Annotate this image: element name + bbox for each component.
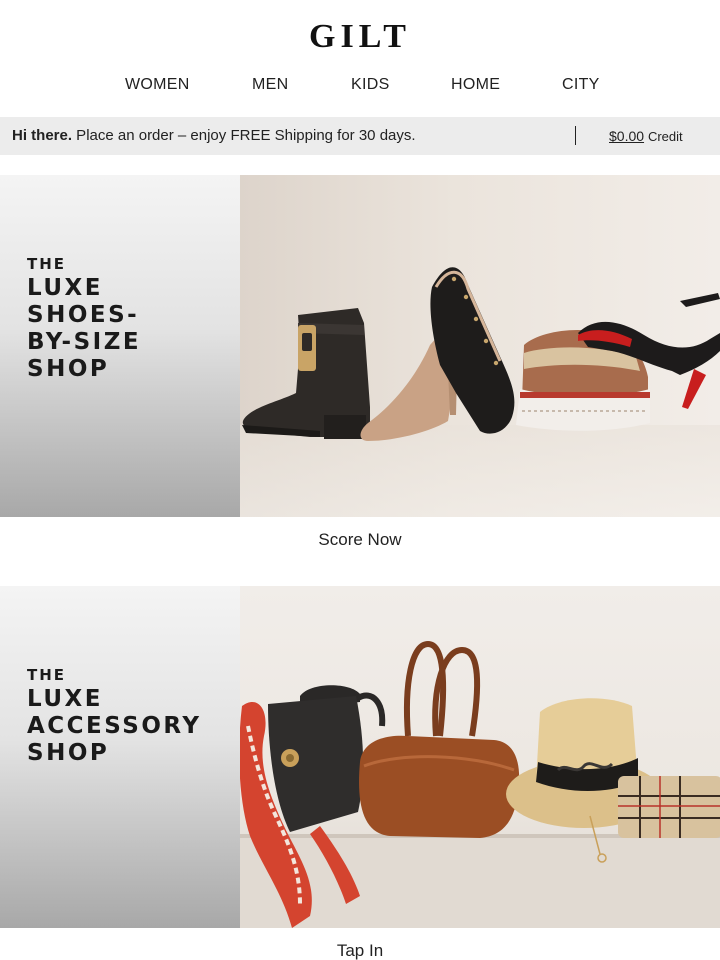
luxe-accessory-banner[interactable]: THE LUXE ACCESSORY SHOP xyxy=(0,586,720,928)
banner-title-line: SHOES- xyxy=(27,302,140,328)
banner-text-panel: THE LUXE SHOES- BY-SIZE SHOP xyxy=(0,175,240,517)
luxe-accessories-photo[interactable] xyxy=(239,586,720,928)
accessories-illustration xyxy=(239,640,720,928)
nav-item-women[interactable]: WOMEN xyxy=(125,76,190,94)
plaid-wallet-icon xyxy=(618,776,720,838)
promo-divider xyxy=(575,126,576,145)
banner-title-line: SHOP xyxy=(27,740,110,766)
banner-title: THE LUXE SHOES- BY-SIZE SHOP xyxy=(27,255,141,383)
shoes-illustration xyxy=(240,267,720,517)
promo-offer-text: Place an order – enjoy FREE Shipping for… xyxy=(72,127,416,144)
credit-label: Credit xyxy=(647,129,683,144)
credit-balance[interactable]: $0.00 Credit xyxy=(609,128,683,144)
banner-title-line: BY-SIZE xyxy=(27,329,142,355)
nav-item-city[interactable]: CITY xyxy=(562,76,600,94)
banner-title-line: SHOP xyxy=(27,356,110,382)
nav-item-men[interactable]: MEN xyxy=(252,76,288,94)
banner-title-line: LUXE xyxy=(27,686,103,712)
banner-text-panel: THE LUXE ACCESSORY SHOP xyxy=(0,586,240,928)
banner-title-line: THE xyxy=(27,255,67,273)
promo-message: Hi there. Place an order – enjoy FREE Sh… xyxy=(12,127,416,144)
score-now-link[interactable]: Score Now xyxy=(0,530,720,550)
banner-title: THE LUXE ACCESSORY SHOP xyxy=(27,666,202,767)
tap-in-link[interactable]: Tap In xyxy=(0,941,720,960)
credit-amount[interactable]: $0.00 xyxy=(609,128,644,144)
promo-bar: Hi there. Place an order – enjoy FREE Sh… xyxy=(0,117,720,155)
luxe-shoes-photo[interactable] xyxy=(240,175,720,517)
nav-item-kids[interactable]: KIDS xyxy=(351,76,390,94)
banner-title-line: THE xyxy=(27,666,67,684)
nav-item-home[interactable]: HOME xyxy=(451,76,500,94)
banner-title-line: LUXE xyxy=(27,275,103,301)
ankle-boot-icon xyxy=(242,308,370,439)
banner-title-line: ACCESSORY xyxy=(27,713,202,739)
main-nav: WOMEN MEN KIDS HOME CITY xyxy=(0,76,720,100)
promo-greeting: Hi there. xyxy=(12,127,73,144)
header: GILT xyxy=(0,18,720,56)
luxe-shoes-banner[interactable]: THE LUXE SHOES- BY-SIZE SHOP xyxy=(0,175,720,517)
gilt-logo[interactable]: GILT xyxy=(309,18,411,55)
brown-barrel-bag-icon xyxy=(359,640,520,838)
